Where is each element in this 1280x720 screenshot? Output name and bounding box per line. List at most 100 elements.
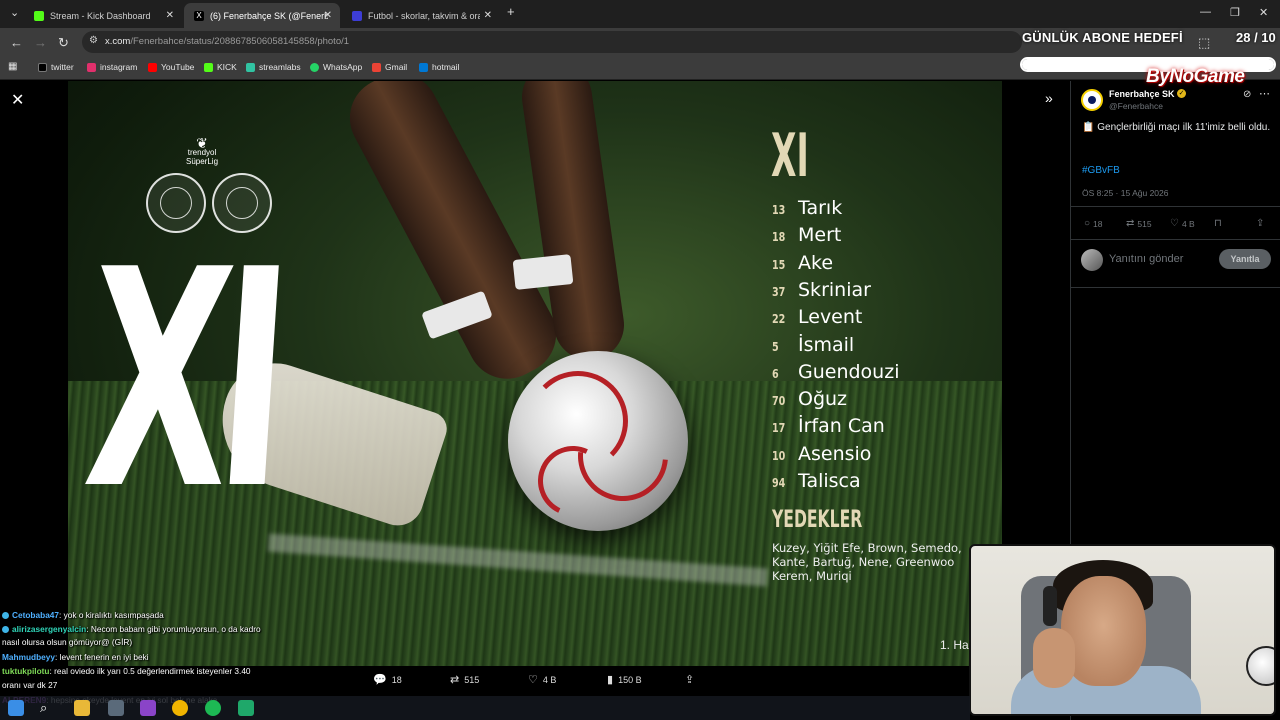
football — [1246, 646, 1274, 686]
url-text: x.com/Fenerbahce/status/2088678506058145… — [105, 36, 350, 47]
reply-button[interactable]: ○ 18 — [1084, 218, 1103, 229]
collapse-panel-icon[interactable]: » — [1045, 90, 1053, 106]
chat-username[interactable]: Mahmudbeyy — [2, 652, 55, 662]
apps-icon[interactable]: ▦ — [8, 61, 17, 72]
photo-share-button[interactable]: ⇪ — [685, 673, 699, 686]
reply-input[interactable]: Yanıtını gönder — [1109, 253, 1183, 265]
bookmark-twitter[interactable]: twitter — [38, 62, 74, 72]
player-name: Skriniar — [798, 278, 871, 301]
close-icon[interactable]: ✕ — [324, 10, 332, 21]
window-close-icon[interactable]: ✕ — [1259, 6, 1268, 19]
player-row: 17 İrfan Can — [772, 415, 885, 439]
browser-tab-bar: ⌄ Stream - Kick Dashboard ✕ X (6) Fenerb… — [0, 0, 1280, 28]
reload-icon[interactable]: ↻ — [58, 35, 69, 51]
avatar[interactable] — [1081, 89, 1103, 111]
league-logo-line: trendyol — [187, 148, 217, 157]
new-tab-button[interactable]: + — [507, 4, 515, 19]
reply-submit-button[interactable]: Yanıtla — [1219, 249, 1271, 269]
views-icon: ▮ — [607, 674, 614, 686]
address-bar[interactable]: ⚙ x.com/Fenerbahce/status/20886785060581… — [82, 31, 1022, 53]
player-row: 94 Talisca — [772, 470, 861, 494]
player-name: Mert — [798, 224, 842, 247]
bookmark-hotmail[interactable]: hotmail — [419, 62, 459, 72]
close-icon[interactable]: ✕ — [166, 10, 174, 21]
tab-futbol-skorlar[interactable]: Futbol - skorlar, takvim & oran ✕ — [342, 3, 500, 28]
player-row: 70 Oğuz — [772, 388, 847, 412]
close-icon[interactable]: ✕ — [484, 10, 492, 21]
subs-line: Kerem, Muriqi — [772, 569, 852, 583]
subscriber-goal-title: GÜNLÜK ABONE HEDEFİ — [1022, 30, 1183, 45]
lineup-photo[interactable]: ❦ trendyol SüperLig XI XI 13 Tarık 18 Mert 1… — [68, 81, 1002, 666]
player-name: İsmail — [798, 333, 855, 356]
chrome-icon[interactable] — [172, 700, 188, 716]
tab-kick-dashboard[interactable]: Stream - Kick Dashboard ✕ — [24, 3, 182, 28]
subscriber-goal-count: 28 / 10 — [1236, 30, 1276, 45]
bookmark-streamlabs[interactable]: streamlabs — [246, 62, 301, 72]
player-number: 13 — [772, 203, 786, 217]
chat-text: : real oviedo ilk yarı 0.5 değerlendirme… — [49, 666, 251, 676]
tab-search-icon[interactable]: ⌄ — [10, 6, 19, 19]
app-icon[interactable] — [108, 700, 124, 716]
whatsapp-icon — [310, 62, 319, 72]
player-name: Guendouzi — [798, 360, 900, 383]
account-name[interactable]: Fenerbahçe SK — [1109, 89, 1175, 99]
start-icon[interactable] — [8, 700, 24, 716]
restore-icon[interactable]: ❐ — [1230, 6, 1240, 19]
chat-username[interactable]: tuktukpilotu — [2, 666, 49, 676]
like-button[interactable]: ♡ 4 B — [1170, 218, 1195, 229]
bookmark-youtube[interactable]: YouTube — [148, 62, 194, 72]
photo-reply-button[interactable]: 💬 18 — [373, 673, 402, 686]
chat-username[interactable]: alirizasergenyalcin — [12, 624, 86, 634]
share-button[interactable]: ⇪ — [1256, 218, 1267, 229]
player-name: Tarık — [798, 197, 843, 219]
chat-message: oranı var dk 27 — [2, 679, 57, 691]
photo-views-button[interactable]: ▮ 150 B — [607, 673, 642, 686]
app-icon[interactable] — [140, 700, 156, 716]
file-explorer-icon[interactable] — [74, 700, 90, 716]
photo-repost-button[interactable]: ⇄ 515 — [450, 673, 479, 686]
tweet-timestamp[interactable]: ÖS 8:25 · 15 Ağu 2026 — [1082, 188, 1168, 198]
minimize-icon[interactable]: — — [1200, 6, 1211, 18]
league-logo: ❦ trendyol SüperLig — [186, 136, 218, 166]
bookmark-instagram[interactable]: instagram — [87, 62, 137, 72]
bookmark-kick[interactable]: KICK — [204, 62, 237, 72]
tweet-text: 📋 Gençlerbirliği maçı ilk 11'imiz belli … — [1082, 122, 1271, 133]
repost-icon: ⇄ — [450, 674, 460, 686]
reply-icon: 💬 — [373, 674, 387, 686]
spotify-icon[interactable] — [205, 700, 221, 716]
more-icon[interactable]: ⋯ — [1259, 87, 1270, 100]
verified-badge-icon: ✓ — [1177, 89, 1186, 98]
extensions-icon[interactable]: ⬚ — [1198, 35, 1210, 51]
chat-text: : Necom babam gibi yorumluyorsun, o da k… — [86, 624, 261, 634]
forward-icon[interactable]: → — [34, 35, 47, 50]
hashtag-link[interactable]: #GBvFB — [1082, 165, 1120, 176]
close-icon[interactable]: ✕ — [11, 90, 24, 110]
tab-label: Futbol - skorlar, takvim & oran — [368, 10, 480, 21]
twitter-icon — [38, 62, 47, 72]
youtube-icon — [148, 62, 157, 72]
back-icon[interactable]: ← — [10, 35, 23, 50]
tab-label: (6) Fenerbahçe SK (@Fenerbahç — [210, 10, 328, 21]
account-handle[interactable]: @Fenerbahce — [1109, 101, 1163, 111]
search-icon[interactable]: ⌕ — [40, 700, 56, 716]
player-name: İrfan Can — [798, 415, 885, 438]
grok-icon[interactable]: ⊘ — [1243, 89, 1251, 100]
player-number: 15 — [772, 257, 786, 272]
bookmark-whatsapp[interactable]: WhatsApp — [310, 62, 362, 72]
player-number: 17 — [772, 421, 786, 436]
app-icon[interactable] — [238, 700, 254, 716]
chat-message: alirizasergenyalcin: Necom babam gibi yo… — [2, 623, 261, 635]
chat-message: Mahmudbeyy: levent fenerin en iyi beki — [2, 651, 149, 663]
player-row: 13 Tarık — [772, 197, 842, 221]
repost-button[interactable]: ⇄ 515 — [1126, 218, 1152, 229]
bookmark-button[interactable]: ⊓ — [1214, 218, 1225, 229]
player-row: 10 Asensio — [772, 443, 871, 467]
site-info-icon[interactable]: ⚙ — [89, 35, 98, 46]
photo-like-button[interactable]: ♡ 4 B — [528, 673, 556, 686]
chat-username[interactable]: Cetobaba47 — [12, 610, 59, 620]
brand-logo: ByNoGame — [1146, 66, 1245, 87]
tab-fenerbahce-x[interactable]: X (6) Fenerbahçe SK (@Fenerbahç ✕ — [184, 3, 340, 28]
kick-icon — [34, 10, 44, 21]
player-row: 6 Guendouzi — [772, 361, 899, 385]
bookmark-gmail[interactable]: Gmail — [372, 62, 407, 72]
